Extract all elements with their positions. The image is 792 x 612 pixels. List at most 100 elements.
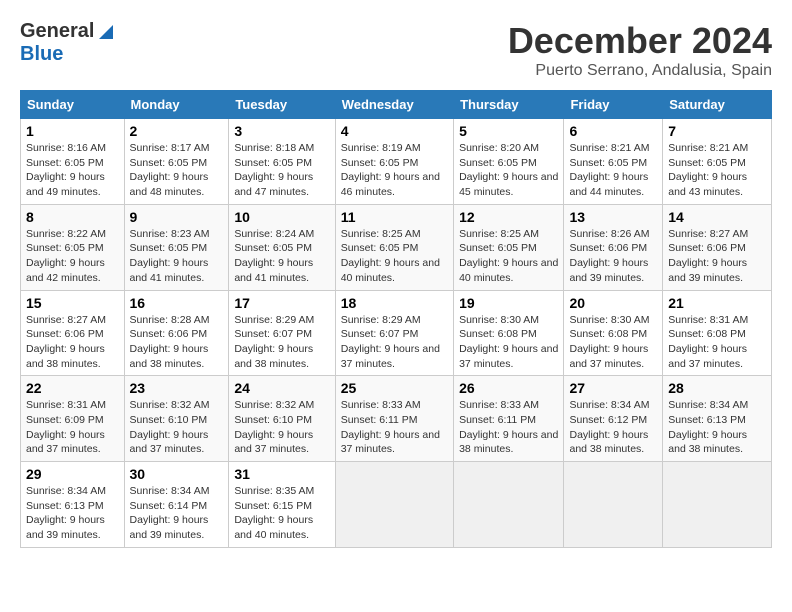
day-number: 9: [130, 209, 224, 225]
page-header: General Blue December 2024 Puerto Serran…: [20, 20, 772, 80]
cell-info: Sunrise: 8:27 AMSunset: 6:06 PMDaylight:…: [26, 314, 106, 370]
table-row: 30 Sunrise: 8:34 AMSunset: 6:14 PMDaylig…: [124, 462, 229, 548]
day-number: 22: [26, 380, 119, 396]
day-number: 18: [341, 295, 448, 311]
table-row: 13 Sunrise: 8:26 AMSunset: 6:06 PMDaylig…: [564, 204, 663, 290]
day-number: 5: [459, 123, 558, 139]
cell-info: Sunrise: 8:31 AMSunset: 6:08 PMDaylight:…: [668, 314, 748, 370]
day-number: 30: [130, 466, 224, 482]
calendar-table: Sunday Monday Tuesday Wednesday Thursday…: [20, 90, 772, 548]
table-row: 28 Sunrise: 8:34 AMSunset: 6:13 PMDaylig…: [663, 376, 772, 462]
day-number: 24: [234, 380, 329, 396]
table-row: 21 Sunrise: 8:31 AMSunset: 6:08 PMDaylig…: [663, 290, 772, 376]
cell-info: Sunrise: 8:34 AMSunset: 6:12 PMDaylight:…: [569, 399, 649, 455]
table-row: 4 Sunrise: 8:19 AMSunset: 6:05 PMDayligh…: [335, 119, 453, 205]
table-row: 12 Sunrise: 8:25 AMSunset: 6:05 PMDaylig…: [454, 204, 564, 290]
calendar-week-2: 8 Sunrise: 8:22 AMSunset: 6:05 PMDayligh…: [21, 204, 772, 290]
cell-info: Sunrise: 8:25 AMSunset: 6:05 PMDaylight:…: [459, 228, 558, 284]
day-number: 12: [459, 209, 558, 225]
calendar-week-3: 15 Sunrise: 8:27 AMSunset: 6:06 PMDaylig…: [21, 290, 772, 376]
col-sunday: Sunday: [21, 91, 125, 119]
table-row: 17 Sunrise: 8:29 AMSunset: 6:07 PMDaylig…: [229, 290, 335, 376]
day-number: 19: [459, 295, 558, 311]
day-number: 4: [341, 123, 448, 139]
day-number: 6: [569, 123, 657, 139]
table-row: [454, 462, 564, 548]
cell-info: Sunrise: 8:24 AMSunset: 6:05 PMDaylight:…: [234, 228, 314, 284]
table-row: [564, 462, 663, 548]
col-monday: Monday: [124, 91, 229, 119]
table-row: 19 Sunrise: 8:30 AMSunset: 6:08 PMDaylig…: [454, 290, 564, 376]
table-row: 2 Sunrise: 8:17 AMSunset: 6:05 PMDayligh…: [124, 119, 229, 205]
month-title: December 2024: [508, 20, 772, 62]
cell-info: Sunrise: 8:17 AMSunset: 6:05 PMDaylight:…: [130, 142, 210, 198]
col-saturday: Saturday: [663, 91, 772, 119]
cell-info: Sunrise: 8:34 AMSunset: 6:13 PMDaylight:…: [668, 399, 748, 455]
table-row: 23 Sunrise: 8:32 AMSunset: 6:10 PMDaylig…: [124, 376, 229, 462]
cell-info: Sunrise: 8:22 AMSunset: 6:05 PMDaylight:…: [26, 228, 106, 284]
day-number: 13: [569, 209, 657, 225]
calendar-week-1: 1 Sunrise: 8:16 AMSunset: 6:05 PMDayligh…: [21, 119, 772, 205]
cell-info: Sunrise: 8:27 AMSunset: 6:06 PMDaylight:…: [668, 228, 748, 284]
cell-info: Sunrise: 8:32 AMSunset: 6:10 PMDaylight:…: [130, 399, 210, 455]
cell-info: Sunrise: 8:33 AMSunset: 6:11 PMDaylight:…: [459, 399, 558, 455]
table-row: 14 Sunrise: 8:27 AMSunset: 6:06 PMDaylig…: [663, 204, 772, 290]
cell-info: Sunrise: 8:31 AMSunset: 6:09 PMDaylight:…: [26, 399, 106, 455]
table-row: [663, 462, 772, 548]
cell-info: Sunrise: 8:32 AMSunset: 6:10 PMDaylight:…: [234, 399, 314, 455]
location-text: Puerto Serrano, Andalusia, Spain: [508, 62, 772, 80]
cell-info: Sunrise: 8:30 AMSunset: 6:08 PMDaylight:…: [459, 314, 558, 370]
table-row: 22 Sunrise: 8:31 AMSunset: 6:09 PMDaylig…: [21, 376, 125, 462]
cell-info: Sunrise: 8:18 AMSunset: 6:05 PMDaylight:…: [234, 142, 314, 198]
cell-info: Sunrise: 8:26 AMSunset: 6:06 PMDaylight:…: [569, 228, 649, 284]
day-number: 26: [459, 380, 558, 396]
col-tuesday: Tuesday: [229, 91, 335, 119]
day-number: 1: [26, 123, 119, 139]
table-row: 6 Sunrise: 8:21 AMSunset: 6:05 PMDayligh…: [564, 119, 663, 205]
table-row: 11 Sunrise: 8:25 AMSunset: 6:05 PMDaylig…: [335, 204, 453, 290]
cell-info: Sunrise: 8:25 AMSunset: 6:05 PMDaylight:…: [341, 228, 440, 284]
cell-info: Sunrise: 8:33 AMSunset: 6:11 PMDaylight:…: [341, 399, 440, 455]
col-friday: Friday: [564, 91, 663, 119]
calendar-week-5: 29 Sunrise: 8:34 AMSunset: 6:13 PMDaylig…: [21, 462, 772, 548]
calendar-week-4: 22 Sunrise: 8:31 AMSunset: 6:09 PMDaylig…: [21, 376, 772, 462]
day-number: 17: [234, 295, 329, 311]
table-row: 20 Sunrise: 8:30 AMSunset: 6:08 PMDaylig…: [564, 290, 663, 376]
table-row: 10 Sunrise: 8:24 AMSunset: 6:05 PMDaylig…: [229, 204, 335, 290]
cell-info: Sunrise: 8:34 AMSunset: 6:14 PMDaylight:…: [130, 485, 210, 541]
table-row: 8 Sunrise: 8:22 AMSunset: 6:05 PMDayligh…: [21, 204, 125, 290]
cell-info: Sunrise: 8:21 AMSunset: 6:05 PMDaylight:…: [569, 142, 649, 198]
logo-general-text: General: [20, 20, 94, 43]
day-number: 3: [234, 123, 329, 139]
day-number: 31: [234, 466, 329, 482]
table-row: 27 Sunrise: 8:34 AMSunset: 6:12 PMDaylig…: [564, 376, 663, 462]
cell-info: Sunrise: 8:23 AMSunset: 6:05 PMDaylight:…: [130, 228, 210, 284]
day-number: 28: [668, 380, 766, 396]
cell-info: Sunrise: 8:20 AMSunset: 6:05 PMDaylight:…: [459, 142, 558, 198]
logo-icon: [95, 21, 113, 39]
day-number: 11: [341, 209, 448, 225]
day-number: 2: [130, 123, 224, 139]
title-section: December 2024 Puerto Serrano, Andalusia,…: [508, 20, 772, 80]
day-number: 21: [668, 295, 766, 311]
day-number: 23: [130, 380, 224, 396]
cell-info: Sunrise: 8:16 AMSunset: 6:05 PMDaylight:…: [26, 142, 106, 198]
cell-info: Sunrise: 8:19 AMSunset: 6:05 PMDaylight:…: [341, 142, 440, 198]
cell-info: Sunrise: 8:28 AMSunset: 6:06 PMDaylight:…: [130, 314, 210, 370]
table-row: 5 Sunrise: 8:20 AMSunset: 6:05 PMDayligh…: [454, 119, 564, 205]
logo: General Blue: [20, 20, 113, 66]
cell-info: Sunrise: 8:29 AMSunset: 6:07 PMDaylight:…: [234, 314, 314, 370]
col-wednesday: Wednesday: [335, 91, 453, 119]
table-row: 7 Sunrise: 8:21 AMSunset: 6:05 PMDayligh…: [663, 119, 772, 205]
day-number: 10: [234, 209, 329, 225]
col-thursday: Thursday: [454, 91, 564, 119]
day-number: 29: [26, 466, 119, 482]
table-row: [335, 462, 453, 548]
day-number: 7: [668, 123, 766, 139]
table-row: 31 Sunrise: 8:35 AMSunset: 6:15 PMDaylig…: [229, 462, 335, 548]
table-row: 15 Sunrise: 8:27 AMSunset: 6:06 PMDaylig…: [21, 290, 125, 376]
cell-info: Sunrise: 8:21 AMSunset: 6:05 PMDaylight:…: [668, 142, 748, 198]
table-row: 26 Sunrise: 8:33 AMSunset: 6:11 PMDaylig…: [454, 376, 564, 462]
cell-info: Sunrise: 8:29 AMSunset: 6:07 PMDaylight:…: [341, 314, 440, 370]
day-number: 15: [26, 295, 119, 311]
